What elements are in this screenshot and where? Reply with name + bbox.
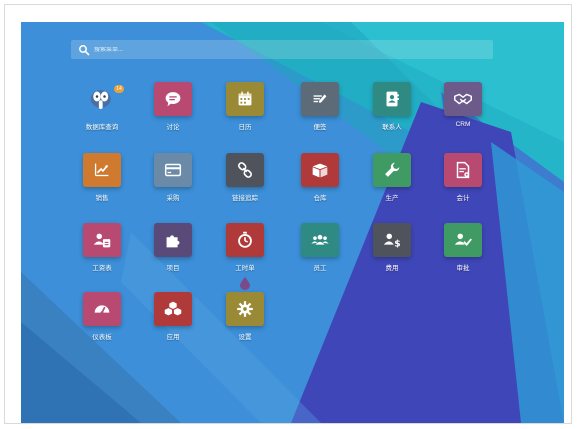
app-launcher: 14 数据库查询 讨论 日历 便签 联系人 CRM [21, 22, 564, 423]
app-label: 数据库查询 [85, 124, 119, 131]
app-label: CRM [455, 121, 471, 128]
app-accounting[interactable]: 会计 [434, 153, 492, 217]
app-label: 审批 [456, 265, 470, 272]
sales-chart-icon [83, 153, 121, 187]
app-label: 工资表 [92, 265, 112, 272]
app-contacts[interactable]: 联系人 [363, 82, 421, 146]
app-label: 仪表板 [92, 334, 112, 341]
app-notes[interactable]: 便签 [291, 82, 349, 146]
app-label: 应用 [166, 334, 180, 341]
expense-icon: $ [373, 223, 411, 257]
app-label: 生产 [385, 195, 399, 202]
credit-card-icon [154, 153, 192, 187]
app-sales[interactable]: 销售 [73, 153, 131, 217]
app-database-query[interactable]: 14 数据库查询 [73, 82, 131, 146]
payroll-icon [83, 223, 121, 257]
app-label: 设置 [238, 334, 252, 341]
app-link-tracker[interactable]: 链接追踪 [216, 153, 274, 217]
database-elephant-icon: 14 [83, 82, 124, 116]
app-label: 工时单 [235, 265, 255, 272]
app-label: 销售 [95, 195, 109, 202]
app-calendar[interactable]: 日历 [216, 82, 274, 146]
app-discuss[interactable]: 讨论 [144, 82, 202, 146]
invoice-icon [444, 153, 482, 187]
box-icon [301, 153, 339, 187]
droplet-icon [240, 277, 250, 290]
app-label: 日历 [238, 124, 252, 131]
contact-book-icon [373, 82, 411, 116]
app-label: 联系人 [382, 124, 402, 131]
search-input[interactable] [94, 46, 474, 53]
link-icon [226, 153, 264, 187]
handshake-icon [444, 82, 482, 116]
calendar-icon [226, 82, 264, 116]
search-bar[interactable] [71, 40, 493, 59]
app-dashboards[interactable]: 仪表板 [73, 292, 131, 356]
svg-text:$: $ [394, 238, 400, 249]
app-label: 项目 [166, 265, 180, 272]
chat-icon [154, 82, 192, 116]
employees-icon [301, 223, 339, 257]
puzzle-icon [154, 223, 192, 257]
notification-badge: 14 [114, 85, 124, 93]
app-label: 仓库 [313, 195, 327, 202]
settings-gear-icon [226, 292, 264, 326]
app-crm[interactable]: CRM [434, 82, 492, 146]
wrench-icon [373, 153, 411, 187]
note-icon [301, 82, 339, 116]
stopwatch-icon [226, 223, 264, 257]
app-settings[interactable]: 设置 [216, 292, 274, 356]
approval-icon [444, 223, 482, 257]
app-expenses[interactable]: $ 费用 [363, 223, 421, 287]
app-purchase[interactable]: 采购 [144, 153, 202, 217]
app-payroll[interactable]: 工资表 [73, 223, 131, 287]
app-approvals[interactable]: 审批 [434, 223, 492, 287]
apps-cubes-icon [154, 292, 192, 326]
app-employees[interactable]: 员工 [291, 223, 349, 287]
search-icon [79, 44, 90, 55]
dashboard-gauge-icon [83, 292, 121, 326]
app-label: 链接追踪 [232, 195, 258, 202]
app-label: 员工 [313, 265, 327, 272]
app-label: 费用 [385, 265, 399, 272]
app-inventory[interactable]: 仓库 [291, 153, 349, 217]
app-label: 便签 [313, 124, 327, 131]
app-project[interactable]: 项目 [144, 223, 202, 287]
app-apps[interactable]: 应用 [144, 292, 202, 356]
app-label: 会计 [456, 195, 470, 202]
app-label: 讨论 [166, 124, 180, 131]
app-label: 采购 [166, 195, 180, 202]
app-manufacturing[interactable]: 生产 [363, 153, 421, 217]
